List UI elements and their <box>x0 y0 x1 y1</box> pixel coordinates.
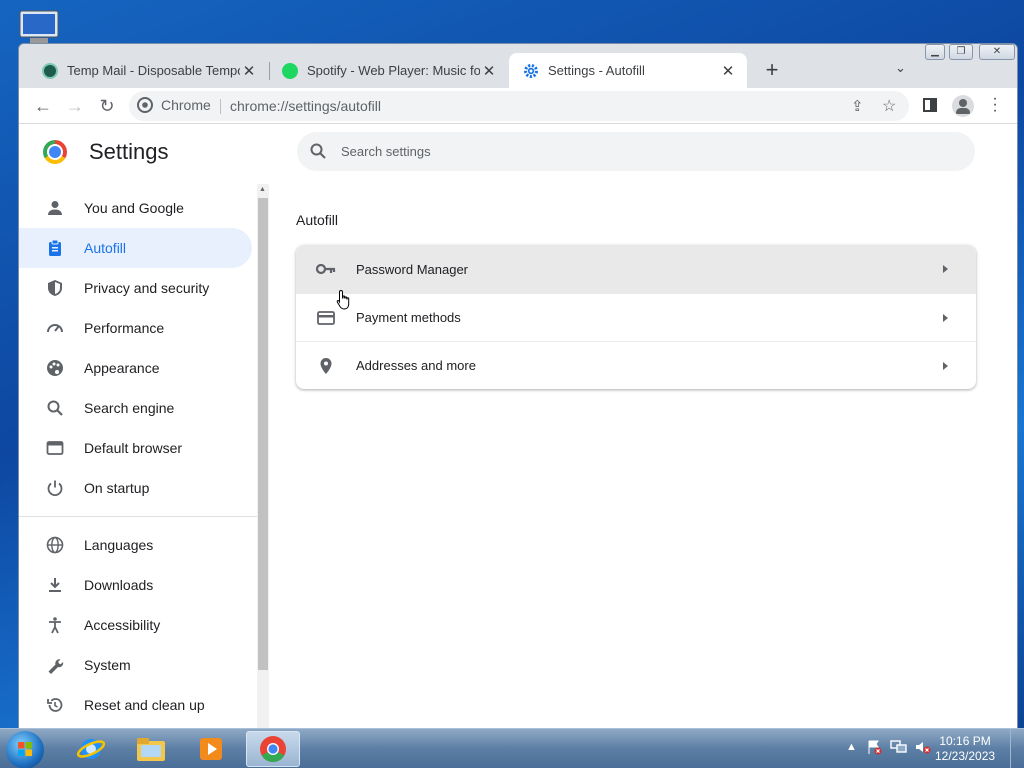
forward-arrow-icon[interactable]: → <box>63 94 87 118</box>
scroll-up-arrow-icon[interactable]: ▲ <box>259 186 266 193</box>
sidebar-scrollbar[interactable]: ▲ <box>257 184 269 728</box>
taskbar-media-player[interactable] <box>184 731 238 767</box>
section-title: Autofill <box>296 212 339 228</box>
share-icon[interactable]: ⇪ <box>851 97 864 115</box>
download-icon <box>44 574 66 596</box>
action-center-flag-icon[interactable] <box>866 739 882 758</box>
settings-gear-icon <box>524 63 538 78</box>
credit-card-icon <box>296 310 356 325</box>
location-pin-icon <box>296 357 356 375</box>
tab-temp-mail[interactable]: Temp Mail - Disposable Temporary ✕ <box>28 53 268 88</box>
network-icon[interactable] <box>890 739 908 758</box>
spotify-icon <box>282 62 298 79</box>
show-hidden-icons-arrow[interactable]: ▲ <box>846 741 857 753</box>
more-menu-icon[interactable]: · · · <box>989 91 1001 119</box>
tempmail-icon <box>42 62 58 79</box>
chrome-icon <box>260 736 286 763</box>
search-icon <box>310 143 326 159</box>
scrollbar-thumb[interactable] <box>258 198 268 670</box>
browser-icon <box>44 437 66 459</box>
person-icon <box>44 197 66 219</box>
url-text[interactable]: chrome://settings/autofill <box>230 98 381 114</box>
sidebar-item-appearance[interactable]: Appearance <box>19 348 252 388</box>
shield-icon <box>44 277 66 299</box>
internet-explorer-icon <box>76 739 106 759</box>
tab-strip: Temp Mail - Disposable Temporary ✕ Spoti… <box>19 44 1017 88</box>
start-button[interactable] <box>6 731 44 768</box>
settings-sidebar: You and Google Autofill Privacy and secu… <box>19 186 257 728</box>
new-tab-button[interactable]: + <box>759 57 785 83</box>
sidebar-item-reset-and-clean-up[interactable]: Reset and clean up <box>19 685 252 725</box>
system-clock[interactable]: 10:16 PM 12/23/2023 <box>935 734 995 764</box>
page-title: Settings <box>89 139 169 164</box>
clock-time: 10:16 PM <box>939 734 991 748</box>
taskbar-chrome[interactable] <box>246 731 300 767</box>
palette-icon <box>44 357 66 379</box>
autofill-card: Password Manager Payment methods Address… <box>296 245 976 389</box>
arrow-right-icon <box>943 265 948 273</box>
hand-cursor-icon <box>336 289 350 310</box>
search-icon <box>44 397 66 419</box>
clipboard-icon <box>44 237 66 259</box>
history-icon <box>44 694 66 716</box>
windows-logo-icon <box>18 742 32 756</box>
row-payment-methods[interactable]: Payment methods <box>296 293 976 341</box>
gauge-icon <box>44 317 66 339</box>
folder-icon <box>137 738 165 761</box>
arrow-right-icon <box>943 361 948 370</box>
site-chip[interactable]: Chrome <box>137 97 211 113</box>
arrow-right-icon <box>943 313 948 322</box>
tab-spotify[interactable]: Spotify - Web Player: Music for e ✕ <box>268 53 508 88</box>
close-tab-icon[interactable]: ✕ <box>719 62 737 80</box>
computer-desktop-icon[interactable] <box>16 8 62 48</box>
close-window-button[interactable]: ✕ <box>979 44 1015 60</box>
row-password-manager[interactable]: Password Manager <box>296 245 976 293</box>
windows-taskbar: ▲ 10:16 PM 12/23/2023 <box>0 728 1024 768</box>
sidebar-item-default-browser[interactable]: Default browser <box>19 428 252 468</box>
power-icon <box>44 477 66 499</box>
profile-avatar-icon[interactable] <box>952 95 974 117</box>
browser-window: Temp Mail - Disposable Temporary ✕ Spoti… <box>18 43 1018 729</box>
wrench-icon <box>44 654 66 676</box>
tab-settings-autofill[interactable]: Settings - Autofill ✕ <box>509 53 747 88</box>
side-panel-icon[interactable] <box>923 98 937 112</box>
sidebar-item-privacy-and-security[interactable]: Privacy and security <box>19 268 252 308</box>
sidebar-item-accessibility[interactable]: Accessibility <box>19 605 252 645</box>
sidebar-item-autofill[interactable]: Autofill <box>19 228 252 268</box>
show-desktop-button[interactable] <box>1010 729 1024 768</box>
media-player-icon <box>200 738 222 760</box>
sidebar-item-on-startup[interactable]: On startup <box>19 468 252 508</box>
sidebar-item-you-and-google[interactable]: You and Google <box>19 188 252 228</box>
volume-muted-icon[interactable] <box>914 739 932 758</box>
reload-icon[interactable]: ↻ <box>95 94 119 118</box>
chrome-icon <box>137 97 153 113</box>
maximize-button[interactable]: ❐ <box>949 44 973 60</box>
sidebar-item-languages[interactable]: Languages <box>19 525 252 565</box>
sidebar-item-downloads[interactable]: Downloads <box>19 565 252 605</box>
browser-toolbar: ← → ↻ Chrome chrome://settings/autofill … <box>19 88 1017 124</box>
key-icon <box>296 263 356 275</box>
tab-search-chevron-icon[interactable]: ⌄ <box>895 60 906 76</box>
globe-icon <box>44 534 66 556</box>
accessibility-icon <box>44 614 66 636</box>
taskbar-file-explorer[interactable] <box>124 731 178 767</box>
sidebar-item-system[interactable]: System <box>19 645 252 685</box>
address-bar[interactable]: Chrome chrome://settings/autofill ⇪ ☆ <box>129 91 909 121</box>
clock-date: 12/23/2023 <box>935 749 996 763</box>
back-arrow-icon[interactable]: ← <box>31 94 55 118</box>
settings-page: Settings Search settings You and Google … <box>19 124 1017 728</box>
taskbar-internet-explorer[interactable] <box>64 731 118 767</box>
row-addresses-and-more[interactable]: Addresses and more <box>296 341 976 389</box>
search-settings-input[interactable]: Search settings <box>297 132 975 171</box>
sidebar-item-performance[interactable]: Performance <box>19 308 252 348</box>
close-tab-icon[interactable]: ✕ <box>480 62 498 80</box>
close-tab-icon[interactable]: ✕ <box>240 62 258 80</box>
minimize-button[interactable]: ▁ <box>925 44 945 60</box>
sidebar-item-search-engine[interactable]: Search engine <box>19 388 252 428</box>
chrome-logo <box>43 140 67 164</box>
bookmark-star-icon[interactable]: ☆ <box>882 96 896 116</box>
